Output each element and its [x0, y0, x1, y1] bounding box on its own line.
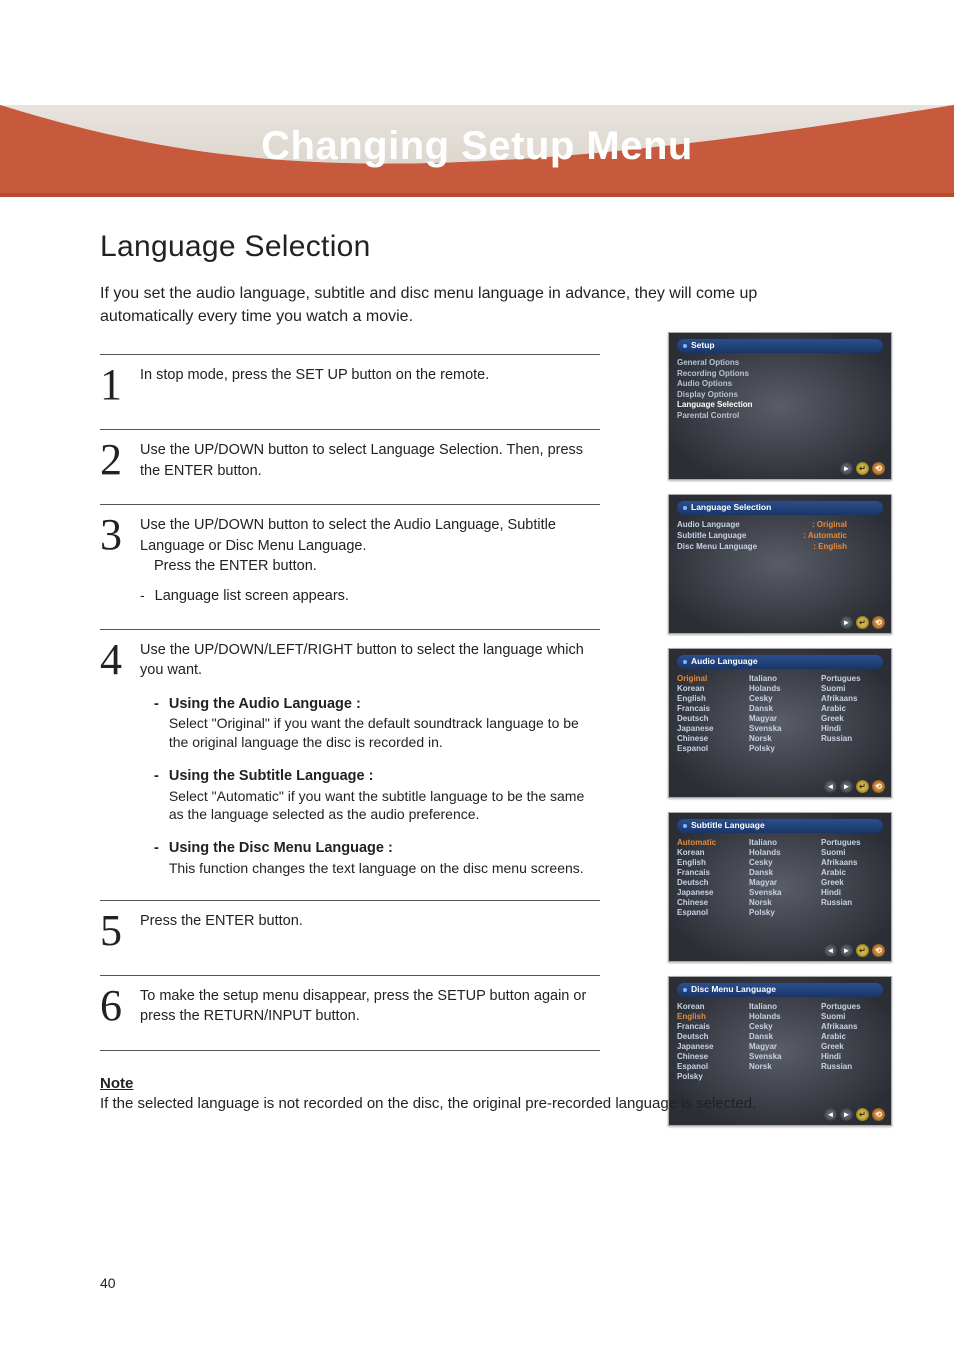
note-body: If the selected language is not recorded… [100, 1095, 756, 1112]
step-text: Use the UP/DOWN button to select Languag… [140, 436, 600, 482]
step-text-extra: Press the ENTER button. [140, 558, 317, 574]
step-text: In stop mode, press the SET UP button on… [140, 361, 489, 407]
intro-paragraph: If you set the audio language, subtitle … [100, 282, 780, 328]
bullet-body: Select "Original" if you want the defaul… [169, 714, 600, 752]
step-text: Press the ENTER button. [140, 907, 303, 953]
step-text: Use the UP/DOWN/LEFT/RIGHT button to sel… [140, 642, 584, 678]
bullet-head: Using the Disc Menu Language : [169, 838, 584, 858]
page-number: 40 [100, 1275, 116, 1291]
section-heading: Language Selection [100, 230, 884, 264]
step-2: 2 Use the UP/DOWN button to select Langu… [100, 429, 600, 504]
step-number: 5 [100, 907, 140, 953]
step-number: 2 [100, 436, 140, 482]
note-block: Note If the selected language is not rec… [100, 1075, 800, 1114]
step-sub: Language list screen appears. [155, 586, 349, 606]
bullet-head: Using the Subtitle Language : [169, 766, 600, 786]
dash: - [154, 694, 159, 752]
bullet-body: This function changes the text language … [169, 859, 584, 878]
dash: - [140, 586, 145, 606]
bullet-body: Select "Automatic" if you want the subti… [169, 787, 600, 825]
dash: - [154, 838, 159, 877]
step-text: Use the UP/DOWN button to select the Aud… [140, 517, 556, 553]
dash: - [154, 766, 159, 824]
step-3: 3 Use the UP/DOWN button to select the A… [100, 504, 600, 628]
step-1: 1 In stop mode, press the SET UP button … [100, 354, 600, 429]
bullet-head: Using the Audio Language : [169, 694, 600, 714]
step-number: 6 [100, 982, 140, 1028]
step-text: To make the setup menu disappear, press … [140, 982, 600, 1028]
step-number: 3 [100, 511, 140, 606]
note-heading: Note [100, 1075, 133, 1092]
step-4: 4 Use the UP/DOWN/LEFT/RIGHT button to s… [100, 629, 600, 900]
step-number: 4 [100, 636, 140, 878]
step-5: 5 Press the ENTER button. [100, 900, 600, 975]
step-6: 6 To make the setup menu disappear, pres… [100, 975, 600, 1051]
step-number: 1 [100, 361, 140, 407]
